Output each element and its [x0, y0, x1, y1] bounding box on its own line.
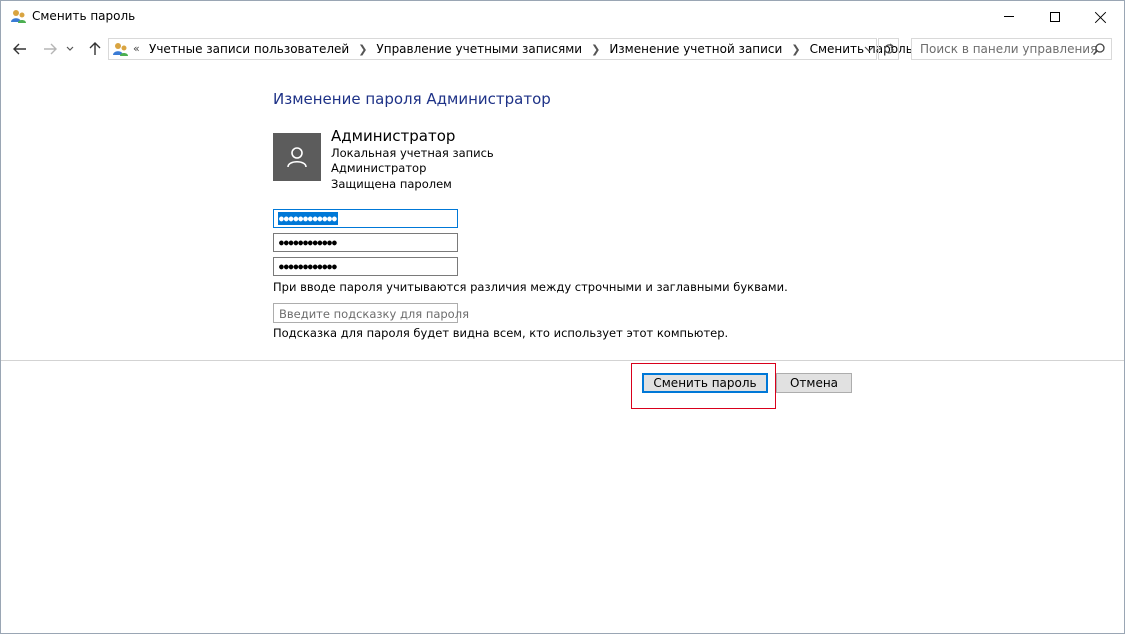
maximize-button[interactable]	[1032, 1, 1078, 32]
title-bar: Сменить пароль	[1, 1, 1124, 32]
refresh-icon	[883, 43, 894, 54]
case-sensitivity-note: При вводе пароля учитываются различия ме…	[273, 280, 788, 294]
account-name: Администратор	[331, 127, 456, 145]
page-title: Изменение пароля Администратор	[273, 90, 551, 108]
password-mask: ●●●●●●●●●●●●	[279, 262, 337, 271]
close-icon	[1095, 11, 1107, 23]
breadcrumb: Учетные записи пользователей ❯ Управлени…	[149, 42, 913, 56]
password-mask: ●●●●●●●●●●●●	[279, 238, 337, 247]
user-accounts-icon	[113, 43, 128, 56]
cancel-button[interactable]: Отмена	[776, 373, 852, 393]
hint-placeholder: Введите подсказку для пароля	[279, 307, 469, 321]
breadcrumb-item[interactable]: Учетные записи пользователей	[149, 42, 349, 56]
account-group: Администратор	[331, 161, 427, 175]
password-hint-field[interactable]: Введите подсказку для пароля	[273, 303, 469, 323]
control-panel-window: Сменить пароль « Учетные записи пользова…	[0, 0, 1125, 634]
arrow-left-icon	[13, 43, 26, 55]
breadcrumb-item[interactable]: Изменение учетной записи	[609, 42, 782, 56]
minimize-icon	[1004, 16, 1014, 17]
up-button[interactable]	[85, 38, 105, 60]
chevron-right-icon[interactable]: ❯	[358, 43, 367, 56]
search-input[interactable]: Поиск в панели управления	[911, 38, 1112, 60]
window-title: Сменить пароль	[32, 9, 136, 23]
close-button[interactable]	[1078, 1, 1124, 32]
refresh-button[interactable]	[878, 38, 899, 60]
arrow-up-icon	[89, 42, 101, 55]
recent-locations-button[interactable]	[63, 38, 77, 60]
confirm-password-field[interactable]: ●●●●●●●●●●●●	[273, 257, 458, 276]
account-status: Защищена паролем	[331, 177, 452, 191]
chevron-down-icon	[864, 46, 874, 52]
breadcrumb-overflow[interactable]: «	[133, 42, 140, 55]
user-accounts-icon	[11, 10, 26, 23]
search-placeholder: Поиск в панели управления	[920, 42, 1098, 56]
forward-button[interactable]	[40, 38, 60, 60]
user-icon	[287, 147, 307, 168]
address-dropdown-button[interactable]	[861, 41, 877, 57]
divider	[1, 360, 1124, 361]
minimize-button[interactable]	[986, 1, 1032, 32]
chevron-right-icon[interactable]: ❯	[791, 43, 800, 56]
back-button[interactable]	[10, 38, 30, 60]
search-icon	[1092, 43, 1105, 56]
change-password-button[interactable]: Сменить пароль	[642, 373, 768, 393]
breadcrumb-item[interactable]: Управление учетными записями	[376, 42, 582, 56]
password-mask: ●●●●●●●●●●●●	[278, 212, 338, 225]
arrow-right-icon	[44, 43, 57, 55]
maximize-icon	[1050, 11, 1060, 22]
hint-visibility-note: Подсказка для пароля будет видна всем, к…	[273, 326, 729, 340]
avatar	[273, 133, 321, 181]
address-bar[interactable]: « Учетные записи пользователей ❯ Управле…	[108, 38, 913, 60]
chevron-right-icon[interactable]: ❯	[591, 43, 600, 56]
current-password-field[interactable]: ●●●●●●●●●●●●	[273, 209, 458, 228]
chevron-down-icon	[66, 46, 74, 51]
account-type: Локальная учетная запись	[331, 146, 494, 160]
new-password-field[interactable]: ●●●●●●●●●●●●	[273, 233, 458, 252]
navigation-bar: « Учетные записи пользователей ❯ Управле…	[1, 34, 1124, 64]
